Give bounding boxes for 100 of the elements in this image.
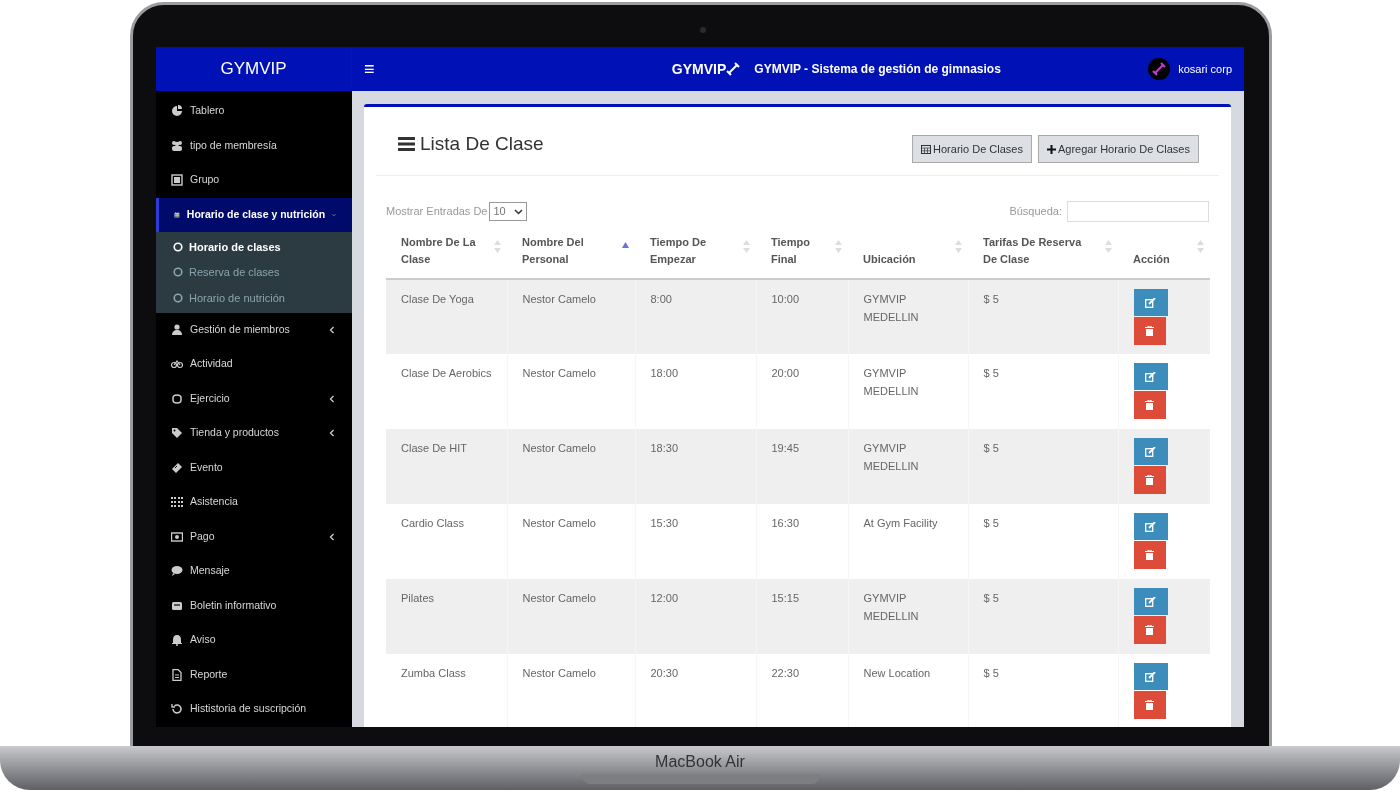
table-cell: 16:30 xyxy=(756,504,848,579)
sidebar-item[interactable]: Boletin informativo xyxy=(156,588,352,623)
table-cell: $ 5 xyxy=(968,354,1118,429)
table-cell: 20:00 xyxy=(756,354,848,429)
table-cell: Nestor Camelo xyxy=(507,279,635,354)
sidebar-item[interactable]: Ejercicio xyxy=(156,381,352,416)
column-header[interactable]: Nombre Del Personal xyxy=(522,234,615,268)
table-cell: 12:00 xyxy=(635,579,756,654)
menu-toggle-button[interactable]: ≡ xyxy=(364,60,375,78)
table-cell: Nestor Camelo xyxy=(507,654,635,727)
delete-button[interactable] xyxy=(1133,391,1166,419)
submenu-item[interactable]: Reserva de clases xyxy=(156,259,352,285)
column-header[interactable]: Nombre De La Clase xyxy=(401,234,487,268)
edit-button[interactable] xyxy=(1133,663,1168,690)
edit-icon xyxy=(1145,297,1156,308)
sidebar-item[interactable]: Horario de clase y nutrición xyxy=(156,197,352,232)
envelope-icon xyxy=(171,599,183,612)
card-title: Lista De Clase xyxy=(420,132,544,156)
table-cell: 10:00 xyxy=(756,279,848,354)
pie-chart-icon xyxy=(171,105,183,118)
sidebar-item[interactable]: Hististoria de suscripción xyxy=(156,692,352,727)
grid-icon xyxy=(171,496,183,509)
table-cell: $ 5 xyxy=(968,429,1118,504)
edit-button[interactable] xyxy=(1133,588,1168,615)
sidebar-item[interactable]: Asistencia xyxy=(156,485,352,520)
edit-icon xyxy=(1145,596,1156,607)
entries-label: Mostrar Entradas De xyxy=(386,204,488,220)
delete-button[interactable] xyxy=(1133,466,1166,494)
delete-button[interactable] xyxy=(1133,691,1166,719)
chevron-left-icon xyxy=(328,325,336,334)
sidebar-item[interactable]: Mensaje xyxy=(156,554,352,589)
delete-button[interactable] xyxy=(1133,317,1166,345)
table-cell: 22:30 xyxy=(756,654,848,727)
users-icon xyxy=(171,139,183,152)
circle-icon xyxy=(173,292,183,303)
edit-button[interactable] xyxy=(1133,289,1168,316)
table-cell: Cardio Class xyxy=(386,504,507,579)
edit-icon xyxy=(1145,671,1156,682)
table-cell: 19:45 xyxy=(756,429,848,504)
app-title: GYMVIP - Sistema de gestión de gimnasios xyxy=(754,61,1001,78)
table-cell: Pilates xyxy=(386,579,507,654)
brand-logo[interactable]: GYMVIP xyxy=(156,47,352,91)
bicycle-icon xyxy=(171,358,183,371)
sidebar-item[interactable]: Pago xyxy=(156,519,352,554)
edit-icon xyxy=(1145,371,1156,382)
table-cell: 15:30 xyxy=(635,504,756,579)
delete-button[interactable] xyxy=(1133,541,1166,569)
object-group-icon xyxy=(171,174,183,187)
money-bill-icon xyxy=(171,530,183,543)
entries-select[interactable]: 10 xyxy=(489,202,527,221)
sidebar-item[interactable]: Grupo xyxy=(156,163,352,198)
table-cell: 8:00 xyxy=(635,279,756,354)
column-header[interactable]: Tarifas De Reserva De Clase xyxy=(983,234,1098,268)
sidebar-item[interactable]: Tablero xyxy=(156,94,352,129)
trash-icon xyxy=(1145,550,1154,560)
table-cell: 18:00 xyxy=(635,354,756,429)
sidebar-item[interactable]: Evento xyxy=(156,450,352,485)
column-header[interactable]: Tiempo De Empezar xyxy=(650,234,736,268)
sidebar-item[interactable]: Actividad xyxy=(156,347,352,382)
sidebar-item[interactable]: Reporte xyxy=(156,657,352,692)
hand-icon xyxy=(171,392,183,405)
chevron-left-icon xyxy=(328,532,336,541)
table-cell: At Gym Facility xyxy=(848,504,968,579)
table-cell: Clase De Yoga xyxy=(386,279,507,354)
sidebar-item[interactable]: Aviso xyxy=(156,623,352,658)
circle-icon xyxy=(173,267,183,278)
column-header[interactable]: Acción xyxy=(1133,251,1190,268)
list-icon xyxy=(398,137,415,152)
header-button[interactable]: Agregar Horario De Clases xyxy=(1037,135,1199,163)
edit-button[interactable] xyxy=(1133,438,1168,465)
edit-button[interactable] xyxy=(1133,363,1168,390)
trash-icon xyxy=(1145,700,1154,710)
sidebar-item[interactable]: Tienda y productos xyxy=(156,416,352,451)
bell-icon xyxy=(171,634,183,647)
column-header[interactable]: Ubicación xyxy=(863,251,948,268)
dumbbell-icon xyxy=(726,62,741,76)
submenu-item[interactable]: Horario de nutrición xyxy=(156,285,352,311)
submenu-item[interactable]: Horario de clases xyxy=(156,234,352,260)
table-cell: 15:15 xyxy=(756,579,848,654)
table-cell: GYMVIP MEDELLIN xyxy=(848,354,968,429)
user-name[interactable]: kosari corp xyxy=(1178,60,1232,78)
chevron-down-icon xyxy=(513,208,523,215)
trash-icon xyxy=(1145,326,1154,336)
sidebar-item[interactable]: Gestión de miembros xyxy=(156,312,352,347)
sidebar-item[interactable]: tipo de membresía xyxy=(156,128,352,163)
user-avatar-icon[interactable] xyxy=(1148,58,1171,80)
table-cell: Nestor Camelo xyxy=(507,354,635,429)
circle-icon xyxy=(173,241,183,252)
table-cell: New Location xyxy=(848,654,968,727)
user-icon xyxy=(171,323,183,336)
edit-button[interactable] xyxy=(1133,513,1168,540)
edit-icon xyxy=(1145,446,1156,457)
calendar-icon xyxy=(921,144,932,154)
column-header[interactable]: Tiempo Final xyxy=(771,234,828,268)
delete-button[interactable] xyxy=(1133,616,1166,644)
table-cell: 18:30 xyxy=(635,429,756,504)
table-cell: Clase De HIT xyxy=(386,429,507,504)
search-field[interactable] xyxy=(1067,201,1209,222)
header-button[interactable]: Horario De Clases xyxy=(912,135,1032,163)
tags-icon xyxy=(171,427,183,440)
